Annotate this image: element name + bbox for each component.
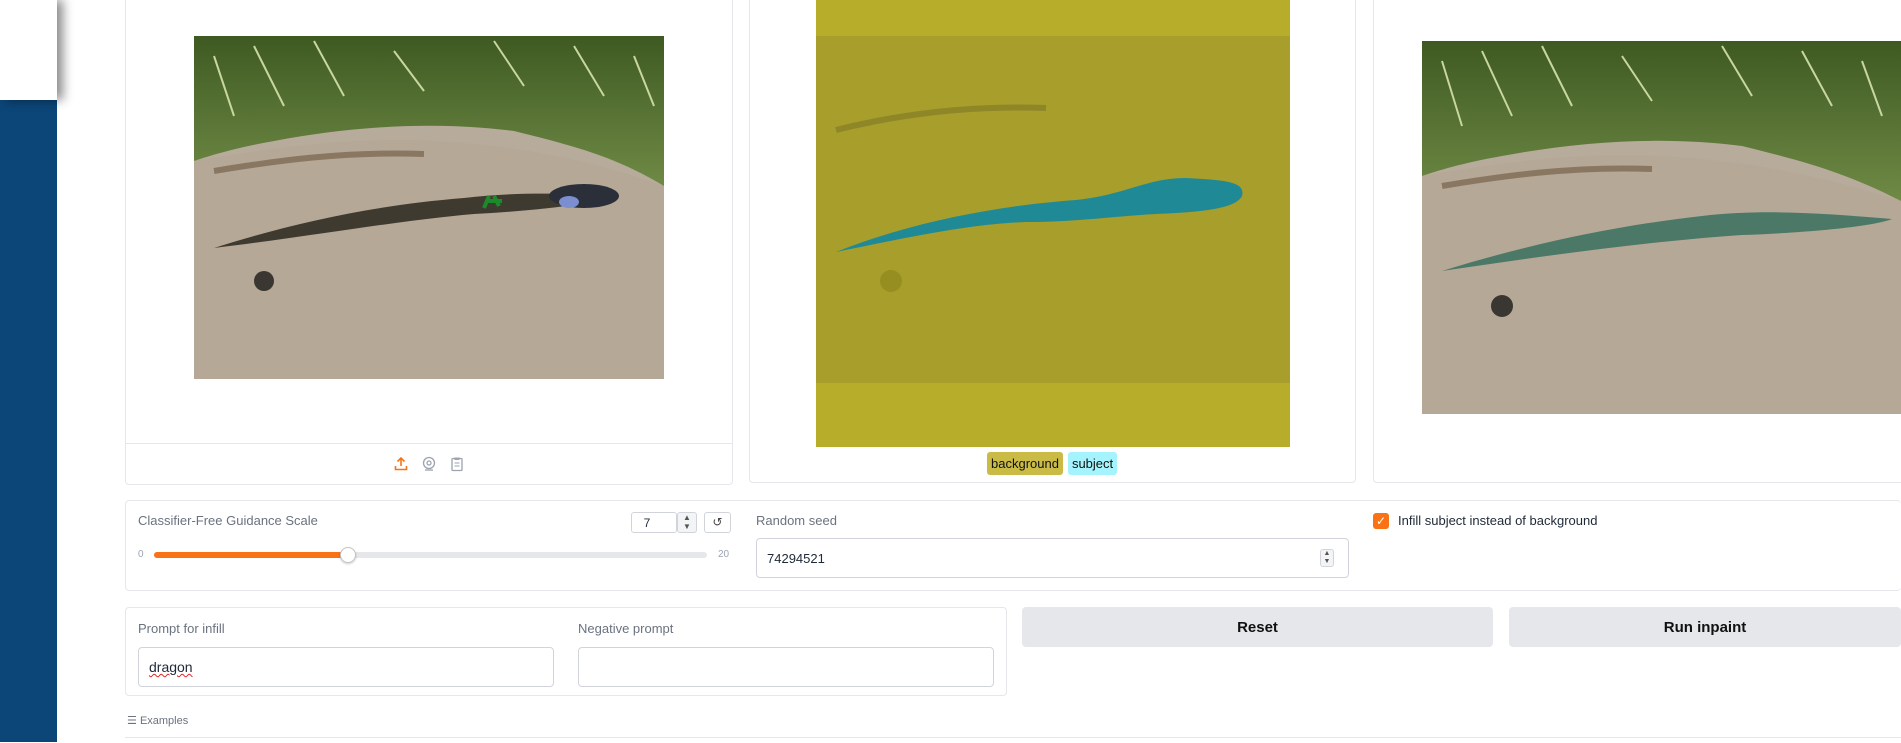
- random-seed-input[interactable]: 74294521: [756, 538, 1349, 578]
- cfg-min-label: 0: [138, 549, 144, 560]
- prompt-input[interactable]: dragon: [138, 647, 554, 687]
- left-sidebar-strip: [0, 0, 57, 742]
- cfg-max-label: 20: [718, 549, 730, 560]
- input-lizard-image[interactable]: [194, 36, 664, 379]
- reset-button[interactable]: Reset: [1022, 607, 1493, 647]
- examples-table-top: [125, 737, 1901, 743]
- prompt-value: dragon: [149, 659, 193, 675]
- cfg-reset-button[interactable]: ↺: [704, 512, 731, 533]
- examples-label: Examples: [139, 715, 189, 727]
- cfg-scale-number-input[interactable]: 7: [631, 512, 677, 533]
- mask-legend: background subject: [987, 452, 1118, 475]
- list-icon: ☰: [127, 715, 137, 727]
- random-seed-stepper[interactable]: ▲ ▼: [1320, 549, 1334, 567]
- examples-header[interactable]: ☰ Examples: [127, 714, 188, 727]
- run-inpaint-button[interactable]: Run inpaint: [1509, 607, 1901, 647]
- infill-subject-checkbox[interactable]: ✓: [1373, 513, 1389, 529]
- cfg-scale-slider[interactable]: [154, 547, 707, 563]
- segmentation-mask-image: [816, 0, 1290, 447]
- cfg-slider-fill: [154, 552, 348, 558]
- cfg-scale-label: Classifier-Free Guidance Scale: [138, 513, 318, 528]
- random-seed-label: Random seed: [756, 513, 837, 528]
- legend-subject[interactable]: subject: [1067, 452, 1118, 475]
- left-sidebar-top: [0, 0, 57, 100]
- webcam-icon[interactable]: [421, 456, 437, 472]
- legend-background[interactable]: background: [987, 452, 1063, 475]
- clipboard-icon[interactable]: [449, 456, 465, 472]
- cfg-scale-stepper[interactable]: ▲ ▼: [677, 512, 697, 533]
- negative-prompt-input[interactable]: [578, 647, 994, 687]
- upload-icon[interactable]: [393, 456, 409, 472]
- prompt-label: Prompt for infill: [138, 621, 225, 636]
- image-source-toolbar: [126, 443, 732, 484]
- negative-prompt-label: Negative prompt: [578, 621, 674, 636]
- cfg-slider-thumb[interactable]: [339, 547, 356, 563]
- infill-subject-label[interactable]: Infill subject instead of background: [1398, 513, 1597, 528]
- output-lizard-image: [1422, 41, 1901, 414]
